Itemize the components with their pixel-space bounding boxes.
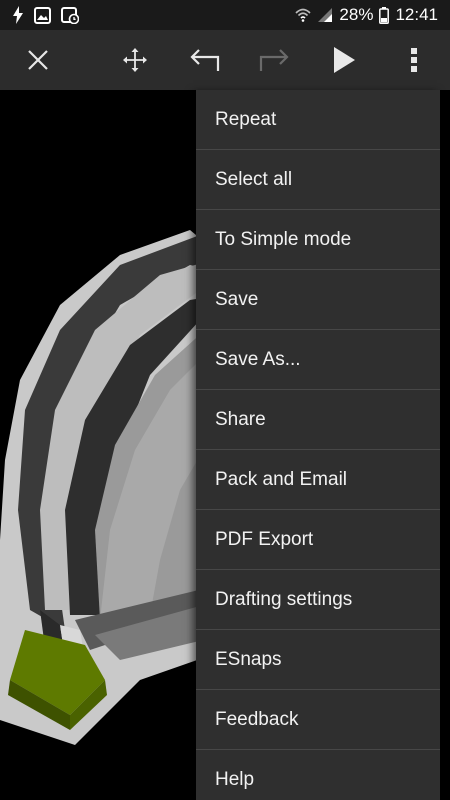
menu-item-share[interactable]: Share [196, 390, 440, 450]
menu-item-label: Select all [215, 168, 293, 190]
menu-item-save[interactable]: Save [196, 270, 440, 330]
menu-item-label: Share [215, 408, 266, 430]
wifi-icon [295, 7, 311, 23]
more-vert-icon [411, 48, 417, 72]
menu-item-esnaps[interactable]: ESnaps [196, 630, 440, 690]
menu-item-pdf-export[interactable]: PDF Export [196, 510, 440, 570]
menu-item-label: ESnaps [215, 648, 282, 670]
menu-item-feedback[interactable]: Feedback [196, 690, 440, 750]
clock: 12:41 [395, 5, 438, 24]
more-options-button[interactable] [386, 30, 442, 90]
menu-item-label: Repeat [215, 108, 277, 130]
undo-button[interactable] [177, 30, 233, 90]
menu-item-help[interactable]: Help [196, 750, 440, 800]
status-right: 28% 12:41 [295, 5, 438, 25]
close-icon [28, 50, 48, 70]
menu-item-simple-mode[interactable]: To Simple mode [196, 210, 440, 270]
redo-button[interactable] [246, 30, 302, 90]
calendar-clock-icon [61, 6, 79, 24]
signal-icon [317, 7, 333, 23]
close-button[interactable] [10, 30, 66, 90]
menu-item-pack-and-email[interactable]: Pack and Email [196, 450, 440, 510]
move-button[interactable] [107, 30, 163, 90]
menu-item-label: Drafting settings [215, 588, 353, 610]
play-button[interactable] [316, 30, 372, 90]
overflow-menu: Repeat Select all To Simple mode Save Sa… [196, 90, 440, 800]
menu-item-label: Feedback [215, 708, 299, 730]
flash-icon [12, 6, 24, 24]
menu-item-label: Save As... [215, 348, 301, 370]
status-left [12, 6, 79, 24]
gallery-icon [34, 6, 51, 24]
menu-item-label: Help [215, 768, 255, 790]
play-icon [334, 47, 355, 73]
menu-item-label: PDF Export [215, 528, 314, 550]
status-bar: 28% 12:41 [0, 0, 450, 30]
undo-icon [190, 49, 220, 71]
menu-item-drafting-settings[interactable]: Drafting settings [196, 570, 440, 630]
battery-percent: 28% [339, 5, 374, 24]
menu-item-label: Save [215, 288, 259, 310]
menu-item-repeat[interactable]: Repeat [196, 90, 440, 150]
redo-icon [259, 49, 289, 71]
battery-icon [379, 6, 390, 24]
menu-item-select-all[interactable]: Select all [196, 150, 440, 210]
toolbar [0, 30, 450, 90]
menu-item-save-as[interactable]: Save As... [196, 330, 440, 390]
move-icon [123, 48, 147, 72]
menu-item-label: Pack and Email [215, 468, 348, 490]
menu-item-label: To Simple mode [215, 228, 352, 250]
